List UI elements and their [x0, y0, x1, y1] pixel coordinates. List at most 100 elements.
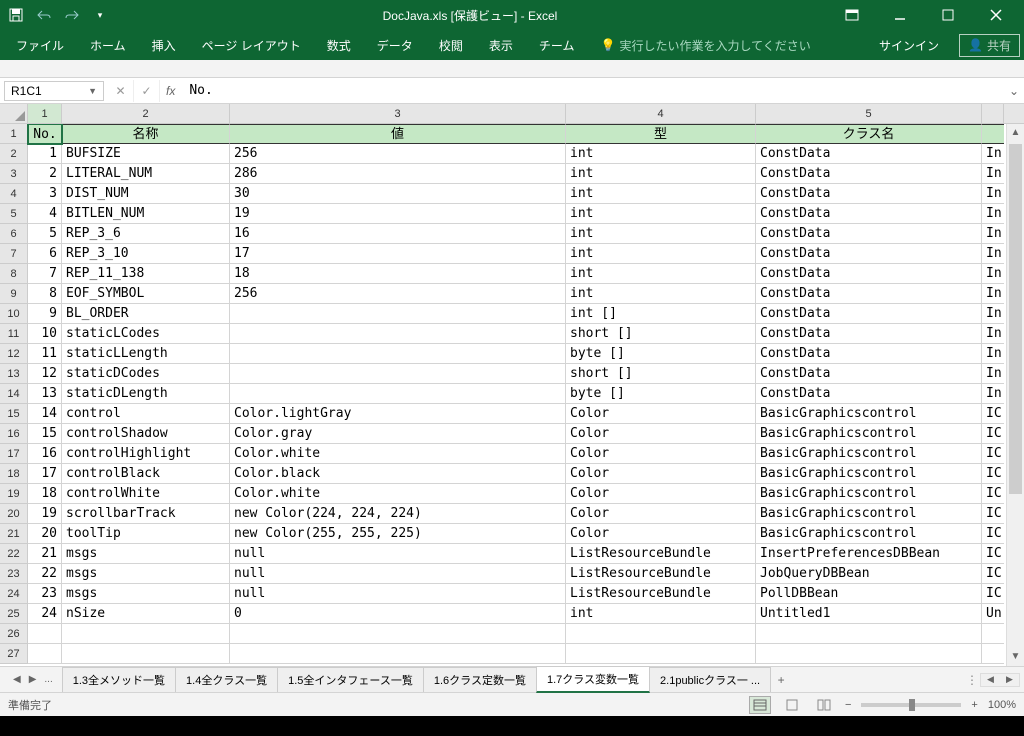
cell-value[interactable]: 18: [230, 264, 566, 284]
cell-extra[interactable]: In: [982, 324, 1004, 344]
cell-name[interactable]: BUFSIZE: [62, 144, 230, 164]
share-button[interactable]: 👤共有: [959, 34, 1020, 57]
cell-class[interactable]: BasicGraphicscontrol: [756, 504, 982, 524]
select-all-corner[interactable]: [0, 104, 28, 123]
cell-type[interactable]: int: [566, 264, 756, 284]
cell-class[interactable]: ConstData: [756, 184, 982, 204]
col-header[interactable]: 4: [566, 104, 756, 123]
cell-type[interactable]: Color: [566, 404, 756, 424]
scroll-right-icon[interactable]: ▶: [1000, 674, 1019, 686]
cell-no[interactable]: 16: [28, 444, 62, 464]
tell-me[interactable]: 💡実行したい作業を入力してください: [588, 31, 822, 60]
row-header[interactable]: 22: [0, 544, 28, 564]
cell-name[interactable]: BL_ORDER: [62, 304, 230, 324]
cell-value[interactable]: Color.gray: [230, 424, 566, 444]
cell-class[interactable]: BasicGraphicscontrol: [756, 524, 982, 544]
cell-type[interactable]: int []: [566, 304, 756, 324]
cell-class[interactable]: BasicGraphicscontrol: [756, 484, 982, 504]
tab-team[interactable]: チーム: [527, 31, 587, 60]
cell-class[interactable]: JobQueryDBBean: [756, 564, 982, 584]
cell-no[interactable]: 21: [28, 544, 62, 564]
cell-no[interactable]: 14: [28, 404, 62, 424]
cell-value[interactable]: 286: [230, 164, 566, 184]
cell-class[interactable]: BasicGraphicscontrol: [756, 444, 982, 464]
cell-name[interactable]: scrollbarTrack: [62, 504, 230, 524]
cell-extra[interactable]: In: [982, 284, 1004, 304]
cell-no[interactable]: 17: [28, 464, 62, 484]
cell-no[interactable]: 5: [28, 224, 62, 244]
col-header[interactable]: 1: [28, 104, 62, 123]
ribbon-display-icon[interactable]: [832, 1, 872, 29]
cell-extra[interactable]: IC: [982, 424, 1004, 444]
empty-cell[interactable]: [62, 644, 230, 664]
header-cell[interactable]: クラス名: [756, 124, 982, 144]
row-header[interactable]: 5: [0, 204, 28, 224]
signin-link[interactable]: サインイン: [867, 31, 951, 60]
row-header[interactable]: 3: [0, 164, 28, 184]
cell-name[interactable]: EOF_SYMBOL: [62, 284, 230, 304]
sheet-tab[interactable]: 1.3全メソッド一覧: [62, 667, 176, 692]
row-header[interactable]: 1: [0, 124, 28, 144]
qat-customize-icon[interactable]: ▾: [92, 7, 108, 23]
cell-value[interactable]: Color.black: [230, 464, 566, 484]
cell-name[interactable]: controlBlack: [62, 464, 230, 484]
row-header[interactable]: 25: [0, 604, 28, 624]
row-header[interactable]: 7: [0, 244, 28, 264]
scroll-left-icon[interactable]: ◀: [981, 674, 1000, 686]
cell-name[interactable]: msgs: [62, 564, 230, 584]
cell-class[interactable]: InsertPreferencesDBBean: [756, 544, 982, 564]
row-header[interactable]: 27: [0, 644, 28, 664]
cell-name[interactable]: staticLCodes: [62, 324, 230, 344]
undo-icon[interactable]: [36, 7, 52, 23]
cell-class[interactable]: ConstData: [756, 144, 982, 164]
cell-value[interactable]: 17: [230, 244, 566, 264]
cell-class[interactable]: ConstData: [756, 344, 982, 364]
cell-type[interactable]: Color: [566, 524, 756, 544]
row-header[interactable]: 17: [0, 444, 28, 464]
cell-no[interactable]: 2: [28, 164, 62, 184]
cell-no[interactable]: 1: [28, 144, 62, 164]
row-header[interactable]: 11: [0, 324, 28, 344]
cell-name[interactable]: staticDLength: [62, 384, 230, 404]
vertical-scrollbar[interactable]: ▲ ▼: [1006, 124, 1024, 666]
view-page-break-icon[interactable]: [813, 696, 835, 714]
row-header[interactable]: 23: [0, 564, 28, 584]
cell-value[interactable]: Color.white: [230, 484, 566, 504]
empty-cell[interactable]: [28, 644, 62, 664]
cell-class[interactable]: ConstData: [756, 224, 982, 244]
tab-nav-ellipsis[interactable]: ...: [41, 672, 55, 687]
cell-type[interactable]: int: [566, 284, 756, 304]
cell-name[interactable]: REP_3_10: [62, 244, 230, 264]
cell-no[interactable]: 24: [28, 604, 62, 624]
cell-no[interactable]: 6: [28, 244, 62, 264]
cell-type[interactable]: short []: [566, 324, 756, 344]
cell-extra[interactable]: In: [982, 224, 1004, 244]
tab-home[interactable]: ホーム: [78, 31, 138, 60]
empty-cell[interactable]: [982, 624, 1004, 644]
cell-name[interactable]: controlShadow: [62, 424, 230, 444]
cell-no[interactable]: 23: [28, 584, 62, 604]
row-header[interactable]: 20: [0, 504, 28, 524]
cell-type[interactable]: int: [566, 604, 756, 624]
cell-type[interactable]: int: [566, 244, 756, 264]
tab-file[interactable]: ファイル: [4, 31, 76, 60]
row-header[interactable]: 10: [0, 304, 28, 324]
cell-class[interactable]: Untitled1: [756, 604, 982, 624]
cell-value[interactable]: [230, 384, 566, 404]
cell-name[interactable]: control: [62, 404, 230, 424]
cell-no[interactable]: 11: [28, 344, 62, 364]
cell-value[interactable]: [230, 364, 566, 384]
cell-extra[interactable]: In: [982, 244, 1004, 264]
tab-formulas[interactable]: 数式: [315, 31, 363, 60]
cell-type[interactable]: Color: [566, 484, 756, 504]
cell-value[interactable]: null: [230, 564, 566, 584]
cell-name[interactable]: DIST_NUM: [62, 184, 230, 204]
empty-cell[interactable]: [756, 644, 982, 664]
tab-layout[interactable]: ページ レイアウト: [190, 31, 313, 60]
maximize-icon[interactable]: [928, 1, 968, 29]
cell-extra[interactable]: IC: [982, 564, 1004, 584]
cell-class[interactable]: ConstData: [756, 264, 982, 284]
cell-value[interactable]: 19: [230, 204, 566, 224]
row-header[interactable]: 15: [0, 404, 28, 424]
cell-extra[interactable]: In: [982, 384, 1004, 404]
